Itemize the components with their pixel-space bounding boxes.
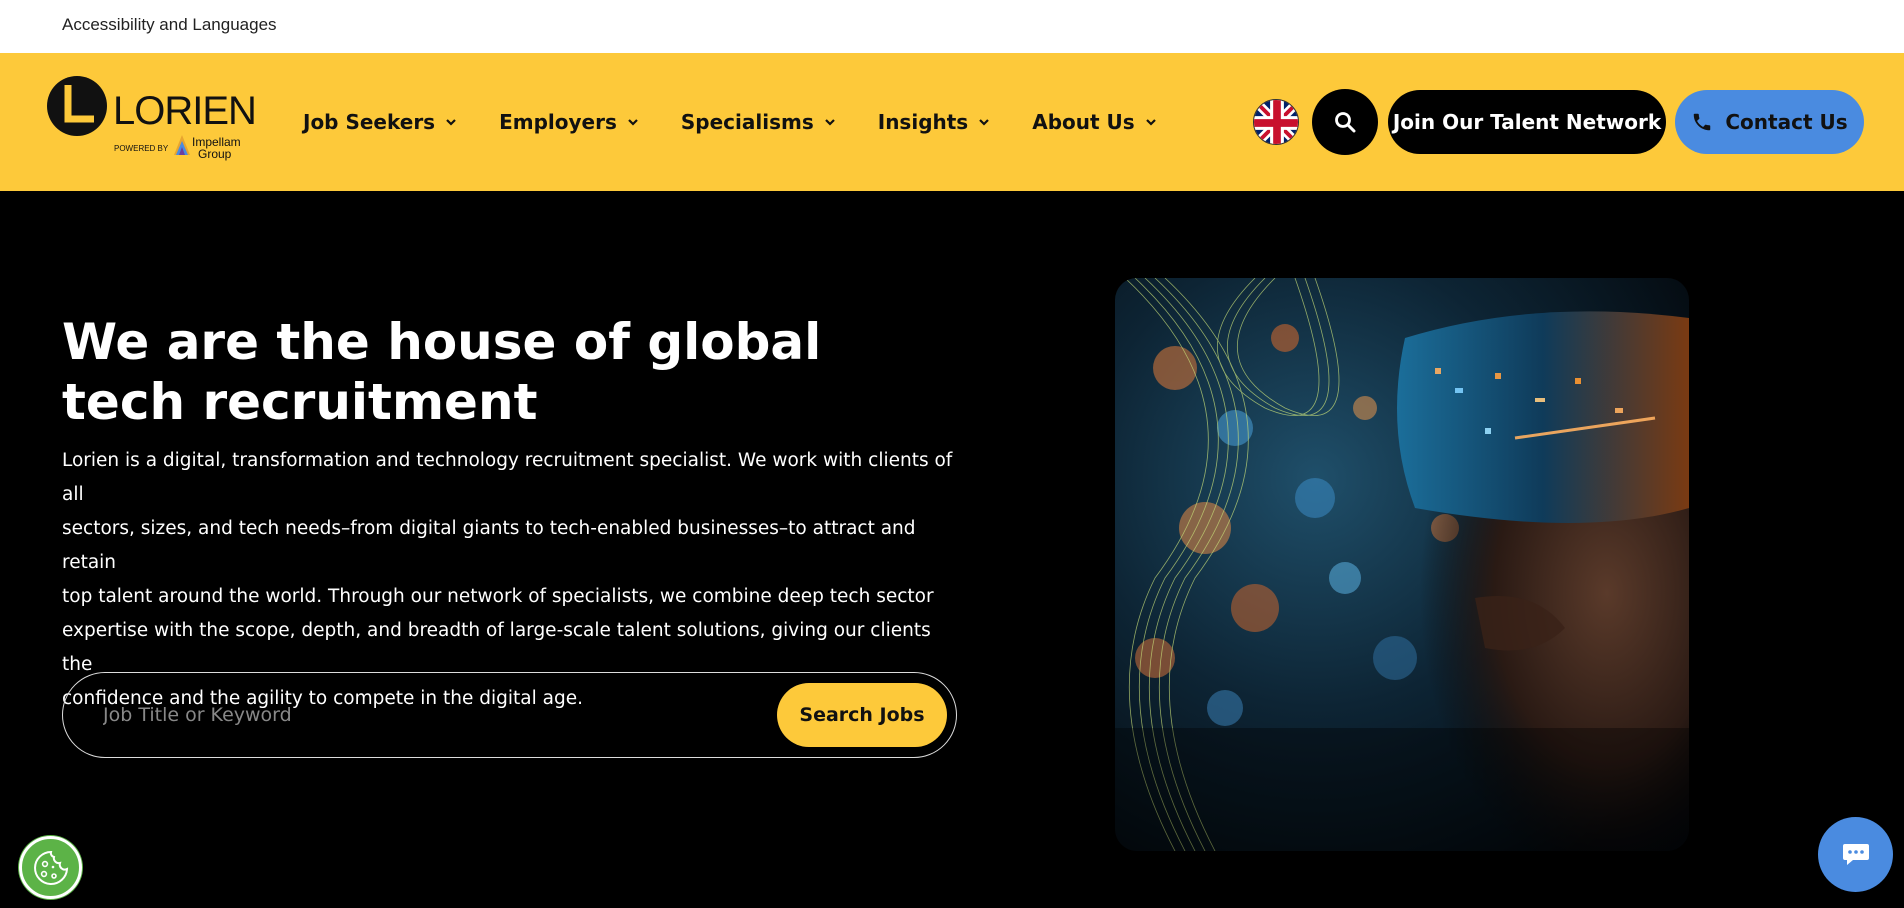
chat-icon — [1842, 843, 1869, 865]
nav-item-about-us[interactable]: About Us — [1032, 110, 1157, 134]
join-button-label: Join Our Talent Network — [1392, 110, 1662, 134]
logo-group-line2: Group — [198, 147, 232, 161]
search-icon — [1335, 112, 1356, 133]
logo-brand-text: LORIEN — [113, 89, 257, 133]
hero-image-vr-headset — [1115, 278, 1689, 851]
phone-icon — [1694, 113, 1711, 131]
lorien-logo[interactable]: LORIEN POWERED BY Impellam Group — [46, 75, 257, 171]
main-nav: Job Seekers Employers Specialisms Insigh… — [303, 53, 1199, 191]
cookie-settings-button[interactable] — [19, 836, 82, 899]
hero-title: We are the house of global tech recruitm… — [62, 312, 822, 432]
nav-item-employers[interactable]: Employers — [499, 110, 640, 134]
search-jobs-label: Search Jobs — [799, 704, 925, 726]
chevron-down-icon — [824, 119, 835, 126]
chevron-down-icon — [1145, 119, 1156, 126]
chevron-down-icon — [446, 119, 456, 126]
hero-title-line2: tech recruitment — [62, 373, 538, 431]
nav-item-label: Employers — [499, 110, 617, 134]
hero-paragraph-line: Lorien is a digital, transformation and … — [62, 450, 953, 505]
nav-item-label: Insights — [877, 110, 969, 134]
impellam-mark-icon — [174, 135, 190, 155]
job-search-form: Search Jobs — [62, 672, 957, 758]
nav-item-label: About Us — [1032, 110, 1135, 134]
chevron-down-icon — [628, 119, 638, 126]
job-keyword-input[interactable] — [103, 693, 763, 737]
nav-item-label: Job Seekers — [303, 110, 436, 134]
cookie-icon — [33, 850, 68, 885]
uk-flag-icon[interactable] — [1253, 99, 1299, 145]
nav-item-insights[interactable]: Insights — [878, 110, 991, 134]
chat-widget-button[interactable] — [1818, 817, 1893, 892]
hero-paragraph-line: top talent around the world. Through our… — [62, 586, 934, 607]
contact-button-label: Contact Us — [1725, 110, 1848, 134]
nav-item-label: Specialisms — [680, 110, 814, 134]
search-jobs-button[interactable]: Search Jobs — [777, 683, 947, 747]
hero-paragraph-line: expertise with the scope, depth, and bre… — [62, 620, 931, 675]
header-search-button[interactable] — [1312, 89, 1378, 155]
join-talent-network-button[interactable]: Join Our Talent Network — [1388, 90, 1666, 154]
utility-bar: Accessibility and Languages — [0, 0, 1904, 53]
contact-us-button[interactable]: Contact Us — [1675, 90, 1864, 154]
logo-powered-by: POWERED BY — [114, 144, 169, 153]
hero-paragraph-line: sectors, sizes, and tech needs–from digi… — [62, 518, 916, 573]
logo-group-text: Impellam Group — [192, 136, 241, 160]
lorien-logo-mark — [47, 76, 107, 136]
accessibility-languages-link[interactable]: Accessibility and Languages — [62, 15, 277, 35]
hero-title-line1: We are the house of global — [62, 313, 822, 371]
chevron-down-icon — [979, 119, 989, 126]
nav-item-job-seekers[interactable]: Job Seekers — [303, 110, 458, 134]
nav-item-specialisms[interactable]: Specialisms — [681, 110, 837, 134]
